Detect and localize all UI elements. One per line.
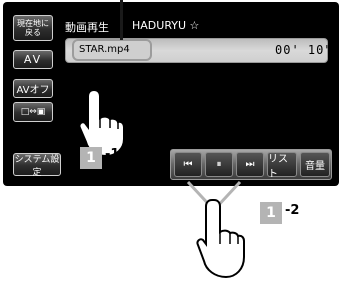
file-name-box: STAR.mp4: [72, 39, 152, 61]
callout-number-1-1: 1: [80, 147, 102, 169]
return-to-current-location-button[interactable]: 現在地に戻る: [13, 15, 53, 41]
station-label: HADURYU ☆: [132, 19, 200, 32]
list-button[interactable]: リスト: [267, 152, 297, 180]
pause-button[interactable]: ⏸: [205, 152, 233, 177]
display-switch-button[interactable]: □⇔▣: [13, 102, 53, 122]
volume-button[interactable]: 音量: [300, 152, 330, 177]
callout-suffix-1-1: -1: [105, 147, 120, 162]
av-off-button[interactable]: AVオフ: [13, 79, 53, 98]
hand-pointer-icon: [78, 88, 125, 156]
hand-pointer-icon: [196, 199, 245, 279]
av-button[interactable]: AV: [13, 50, 53, 69]
pointer-line-top: [120, 0, 123, 40]
next-track-button[interactable]: ⏭: [236, 152, 264, 177]
system-settings-button[interactable]: システム設定: [13, 153, 61, 178]
mode-label: 動画再生: [65, 21, 109, 34]
callout-suffix-1-2: -2: [285, 203, 300, 218]
elapsed-time: 00' 10": [275, 43, 333, 57]
callout-number-1-2: 1: [260, 202, 282, 224]
previous-track-button[interactable]: ⏮: [174, 152, 202, 177]
